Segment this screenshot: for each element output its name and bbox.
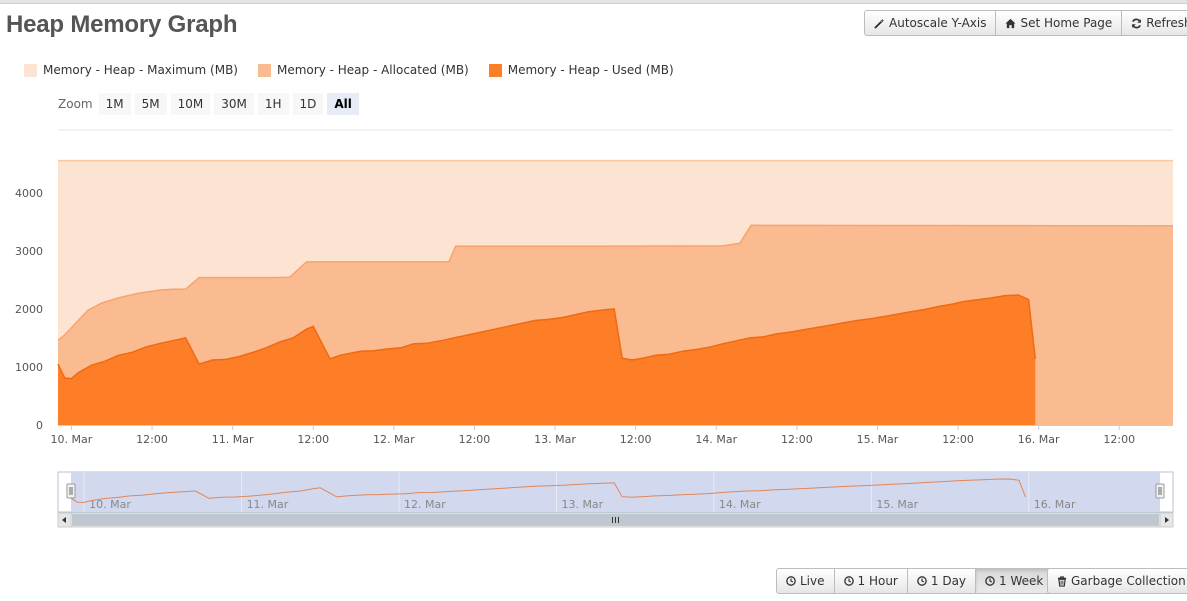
one-day-label: 1 Day bbox=[930, 574, 967, 588]
legend-swatch-allocated bbox=[258, 63, 271, 77]
x-tick-label: 15. Mar bbox=[857, 433, 899, 446]
autoscale-label: Autoscale Y-Axis bbox=[889, 16, 987, 30]
zoom-30m-button[interactable]: 30M bbox=[214, 93, 254, 115]
y-tick-label: 0 bbox=[36, 419, 43, 432]
chart-legend: Memory - Heap - Maximum (MB) Memory - He… bbox=[24, 63, 674, 77]
one-hour-button[interactable]: 1 Hour bbox=[834, 568, 908, 594]
heap-memory-chart: 0 1000 2000 3000 4000 10. Mar 12:00 11. Mar 12:0… bbox=[15, 129, 1174, 446]
x-tick-label: 12:00 bbox=[459, 433, 491, 446]
navigator-content: 10. Mar 11. Mar 12. Mar 13. Mar 14. Mar 15. M… bbox=[57, 471, 1174, 528]
x-tick-label: 12:00 bbox=[781, 433, 813, 446]
autoscale-y-axis-button[interactable]: Autoscale Y-Axis bbox=[864, 10, 997, 36]
zoom-5m-button[interactable]: 5M bbox=[134, 93, 167, 115]
x-tick-label: 11. Mar bbox=[212, 433, 254, 446]
clock-icon bbox=[786, 576, 796, 586]
legend-item-allocated[interactable]: Memory - Heap - Allocated (MB) bbox=[258, 63, 469, 77]
legend-swatch-used bbox=[488, 63, 502, 77]
navigator-tick-label: 13. Mar bbox=[561, 498, 603, 511]
chart-areas bbox=[57, 159, 1174, 425]
legend-label-allocated: Memory - Heap - Allocated (MB) bbox=[277, 63, 469, 77]
navigator-tick-label: 12. Mar bbox=[404, 498, 446, 511]
y-tick-label: 1000 bbox=[15, 361, 43, 374]
zoom-10m-button[interactable]: 10M bbox=[170, 93, 211, 115]
garbage-collection-group: Garbage Collection bbox=[1047, 568, 1187, 594]
one-week-label: 1 Week bbox=[999, 574, 1044, 588]
navigator-tick-label: 15. Mar bbox=[876, 498, 918, 511]
refresh-button[interactable]: Refresh bbox=[1122, 10, 1187, 36]
one-week-button[interactable]: 1 Week bbox=[976, 568, 1054, 594]
one-hour-label: 1 Hour bbox=[857, 574, 898, 588]
magic-wand-icon bbox=[874, 18, 885, 29]
legend-label-used: Memory - Heap - Used (MB) bbox=[507, 63, 674, 77]
clock-icon bbox=[843, 576, 854, 586]
navigator-right-handle[interactable] bbox=[1155, 483, 1165, 499]
garbage-collection-label: Garbage Collection bbox=[1071, 574, 1186, 588]
clock-icon bbox=[985, 576, 995, 586]
zoom-1h-button[interactable]: 1H bbox=[257, 93, 289, 115]
x-tick-label: 12:00 bbox=[297, 433, 329, 446]
x-tick-label: 12. Mar bbox=[373, 433, 415, 446]
top-border bbox=[0, 0, 1187, 4]
y-tick-label: 3000 bbox=[15, 245, 43, 258]
zoom-all-button[interactable]: All bbox=[327, 93, 359, 115]
x-tick-label: 12:00 bbox=[620, 433, 652, 446]
x-tick-label: 14. Mar bbox=[695, 433, 737, 446]
legend-swatch-maximum bbox=[24, 63, 37, 77]
navigator-tick-label: 16. Mar bbox=[1034, 498, 1076, 511]
set-home-page-button[interactable]: Set Home Page bbox=[996, 10, 1123, 36]
live-button[interactable]: Live bbox=[776, 568, 835, 594]
x-tick-label: 12:00 bbox=[136, 433, 168, 446]
toolbar: Autoscale Y-Axis Set Home Page Refresh bbox=[864, 10, 1187, 36]
navigator-selection[interactable] bbox=[71, 472, 1160, 512]
navigator-tick-label: 11. Mar bbox=[247, 498, 289, 511]
one-day-button[interactable]: 1 Day bbox=[907, 568, 977, 594]
set-home-page-label: Set Home Page bbox=[1020, 16, 1113, 30]
home-icon bbox=[1005, 18, 1017, 29]
zoom-selector: Zoom 1M 5M 10M 30M 1H 1D All bbox=[58, 93, 363, 115]
zoom-1d-button[interactable]: 1D bbox=[292, 93, 324, 115]
refresh-icon bbox=[1131, 18, 1142, 29]
legend-label-maximum: Memory - Heap - Maximum (MB) bbox=[43, 63, 238, 77]
legend-item-used[interactable]: Memory - Heap - Used (MB) bbox=[488, 63, 674, 77]
clock-icon bbox=[917, 576, 927, 586]
time-range-buttons: Live 1 Hour 1 Day 1 Week bbox=[776, 568, 1054, 594]
x-tick-label: 10. Mar bbox=[51, 433, 93, 446]
garbage-collection-button[interactable]: Garbage Collection bbox=[1047, 568, 1187, 594]
x-tick-label: 16. Mar bbox=[1018, 433, 1060, 446]
navigator-left-handle[interactable] bbox=[66, 483, 76, 499]
live-label: Live bbox=[800, 574, 825, 588]
legend-item-maximum[interactable]: Memory - Heap - Maximum (MB) bbox=[24, 63, 238, 77]
y-tick-label: 2000 bbox=[15, 303, 43, 316]
range-navigator[interactable]: 10. Mar 11. Mar 12. Mar 13. Mar 14. Mar 15. M… bbox=[0, 466, 1187, 528]
page-title: Heap Memory Graph bbox=[6, 11, 238, 38]
x-tick-label: 13. Mar bbox=[534, 433, 576, 446]
trash-icon bbox=[1057, 575, 1067, 587]
x-tick-label: 12:00 bbox=[942, 433, 974, 446]
navigator-tick-label: 14. Mar bbox=[719, 498, 761, 511]
x-tick-label: 12:00 bbox=[1103, 433, 1135, 446]
zoom-1m-button[interactable]: 1M bbox=[98, 93, 131, 115]
refresh-label: Refresh bbox=[1146, 16, 1187, 30]
y-tick-label: 4000 bbox=[15, 187, 43, 200]
zoom-label: Zoom bbox=[58, 97, 93, 111]
